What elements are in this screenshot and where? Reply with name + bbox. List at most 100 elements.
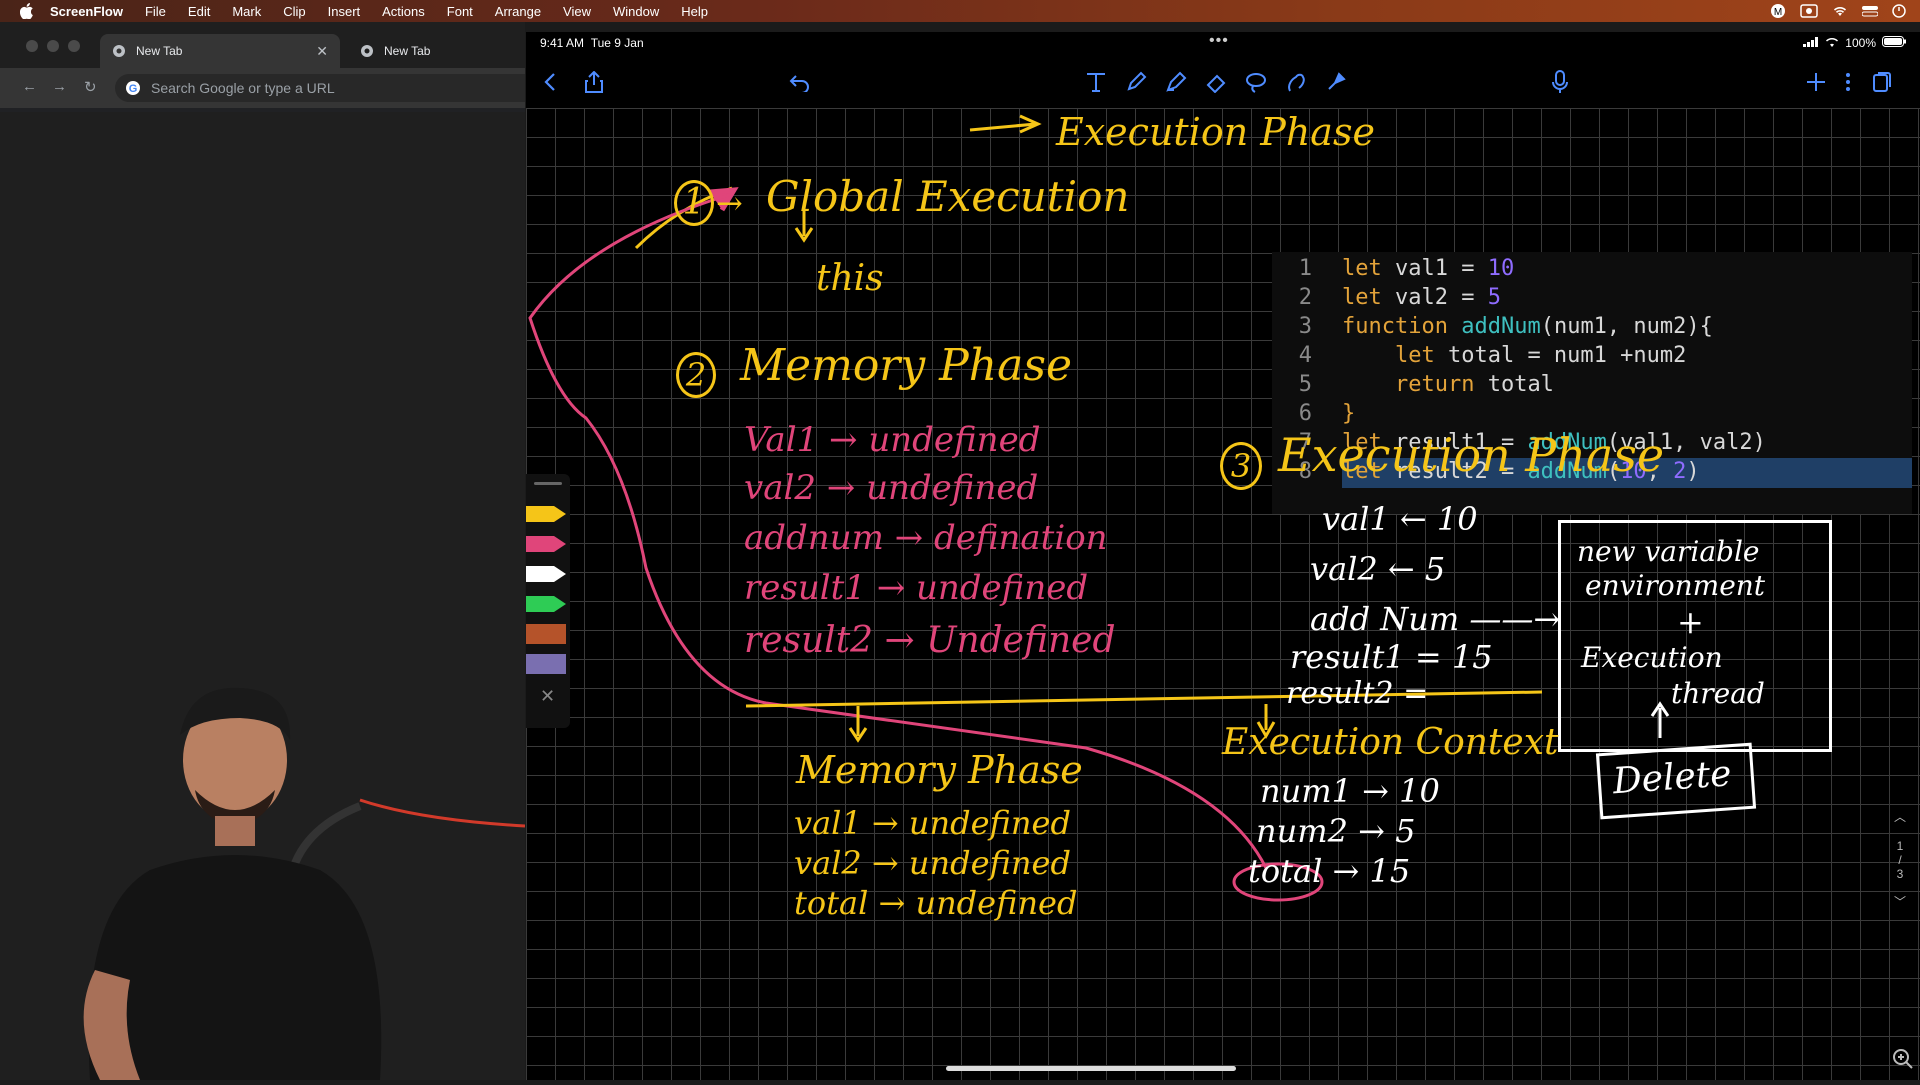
tab-title: New Tab — [136, 44, 183, 58]
delete-box: Delete — [1595, 742, 1757, 820]
box-line: + — [1677, 603, 1704, 641]
text-tool-icon[interactable] — [1080, 66, 1112, 98]
address-bar[interactable]: G Search Google or type a URL — [115, 74, 525, 102]
apple-menu-icon[interactable] — [18, 2, 36, 20]
close-window-button[interactable] — [26, 40, 38, 52]
google-icon: G — [125, 80, 141, 96]
svg-text:G: G — [129, 83, 138, 95]
browser-tab[interactable]: New Tab — [348, 34, 525, 68]
close-palette-icon[interactable]: ✕ — [540, 686, 555, 707]
sub-memory-item: val2 → undefined — [794, 844, 1071, 882]
box-line: new variable — [1577, 535, 1760, 568]
browser-tab[interactable]: New Tab ✕ — [100, 34, 340, 68]
exec-item: result1 = 15 — [1290, 638, 1493, 676]
memory-item: result2 → Undefined — [744, 620, 1116, 661]
code-line: function addNum(num1, num2){ — [1342, 314, 1713, 339]
code-line-number: 6 — [1298, 401, 1312, 426]
back-chevron-icon[interactable] — [534, 66, 566, 98]
window-controls — [26, 40, 80, 52]
pages-icon[interactable] — [1866, 66, 1898, 98]
close-tab-icon[interactable]: ✕ — [316, 43, 328, 60]
code-line: let val2 = 5 — [1342, 285, 1501, 310]
undo-icon[interactable] — [784, 66, 816, 98]
highlighter-tool-icon[interactable] — [1160, 66, 1192, 98]
menu-window[interactable]: Window — [613, 4, 659, 19]
address-placeholder: Search Google or type a URL — [151, 80, 335, 96]
green-pen-swatch[interactable] — [526, 596, 566, 612]
menu-arrange[interactable]: Arrange — [495, 4, 541, 19]
screen-record-icon[interactable] — [1800, 4, 1818, 18]
zoom-window-button[interactable] — [68, 40, 80, 52]
reload-icon[interactable]: ↻ — [84, 78, 97, 96]
wifi-icon — [1825, 36, 1839, 50]
memory-item: addnum → defination — [744, 518, 1108, 558]
presenter-webcam — [0, 640, 526, 1080]
share-icon[interactable] — [578, 66, 610, 98]
clock-icon[interactable] — [1892, 4, 1906, 18]
menu-font[interactable]: Font — [447, 4, 473, 19]
chrome-icon — [112, 44, 126, 58]
recording-icon[interactable]: M — [1770, 3, 1786, 19]
variable-environment-box: new variable environment + Execution thr… — [1558, 520, 1832, 752]
page-scroller[interactable]: ︿ 1 / 3 ﹀ — [1890, 808, 1910, 910]
step-one-marker: 1 — [674, 180, 714, 226]
sub-exec-item: num2 → 5 — [1256, 812, 1416, 850]
pink-pen-swatch[interactable] — [526, 536, 566, 552]
palette-handle[interactable] — [534, 482, 562, 485]
memory-item: result1 → undefined — [744, 568, 1089, 608]
pen-palette: ✕ — [526, 474, 570, 728]
page-number-separator: / — [1898, 853, 1902, 867]
zoom-icon[interactable] — [1892, 1048, 1914, 1075]
box-line: Execution — [1581, 641, 1723, 674]
pen-tool-icon[interactable] — [1120, 66, 1152, 98]
yellow-pen-swatch[interactable] — [526, 506, 566, 522]
sub-exec-item: total → 15 — [1248, 852, 1411, 890]
laser-pointer-icon[interactable] — [1320, 66, 1352, 98]
multitasking-dots-icon[interactable]: ••• — [1209, 32, 1229, 50]
scroll-down-icon[interactable]: ﹀ — [1890, 893, 1910, 910]
svg-text:M: M — [1774, 7, 1782, 18]
code-line-number: 4 — [1298, 343, 1312, 368]
page-number-current: 1 — [1896, 839, 1904, 853]
more-options-icon[interactable] — [1832, 66, 1864, 98]
brown-highlighter-swatch[interactable] — [526, 624, 566, 644]
step-three-marker: 3 — [1220, 442, 1262, 490]
menu-help[interactable]: Help — [681, 4, 708, 19]
this-label: this — [816, 258, 884, 299]
back-arrow-icon[interactable]: ← — [22, 78, 37, 95]
microphone-icon[interactable] — [1544, 66, 1576, 98]
menu-clip[interactable]: Clip — [283, 4, 305, 19]
exec-item: val2 ← 5 — [1310, 550, 1446, 588]
white-pen-swatch[interactable] — [526, 566, 566, 582]
forward-arrow-icon[interactable]: → — [52, 78, 67, 95]
global-execution-label: Global Execution — [766, 172, 1130, 221]
shape-tool-icon[interactable] — [1280, 66, 1312, 98]
battery-percent: 100% — [1845, 36, 1876, 50]
signal-icon — [1803, 36, 1819, 50]
control-center-icon[interactable] — [1862, 5, 1878, 17]
chrome-icon — [360, 44, 374, 58]
section-title: Execution Phase — [1056, 110, 1375, 154]
menu-edit[interactable]: Edit — [188, 4, 210, 19]
menu-file[interactable]: File — [145, 4, 166, 19]
menu-insert[interactable]: Insert — [328, 4, 361, 19]
eraser-tool-icon[interactable] — [1200, 66, 1232, 98]
menu-mark[interactable]: Mark — [232, 4, 261, 19]
status-indicators: 100% — [1803, 36, 1906, 50]
exec-item: val1 ← 10 — [1322, 500, 1478, 538]
tab-title: New Tab — [384, 44, 431, 58]
purple-highlighter-swatch[interactable] — [526, 654, 566, 674]
tab-strip: New Tab ✕ New Tab — [0, 22, 525, 74]
execution-context-title: Execution Context — [1222, 722, 1559, 763]
menu-app-name[interactable]: ScreenFlow — [50, 4, 123, 19]
wifi-icon[interactable] — [1832, 5, 1848, 17]
minimize-window-button[interactable] — [47, 40, 59, 52]
scroll-up-icon[interactable]: ︿ — [1890, 808, 1910, 825]
arrow-glyph: → — [716, 184, 743, 222]
memory-phase-title: Memory Phase — [740, 340, 1072, 391]
lasso-tool-icon[interactable] — [1240, 66, 1272, 98]
notes-canvas[interactable]: Execution Phase 1 → Global Execution thi… — [526, 108, 1920, 1080]
add-icon[interactable] — [1800, 66, 1832, 98]
menu-actions[interactable]: Actions — [382, 4, 425, 19]
menu-view[interactable]: View — [563, 4, 591, 19]
